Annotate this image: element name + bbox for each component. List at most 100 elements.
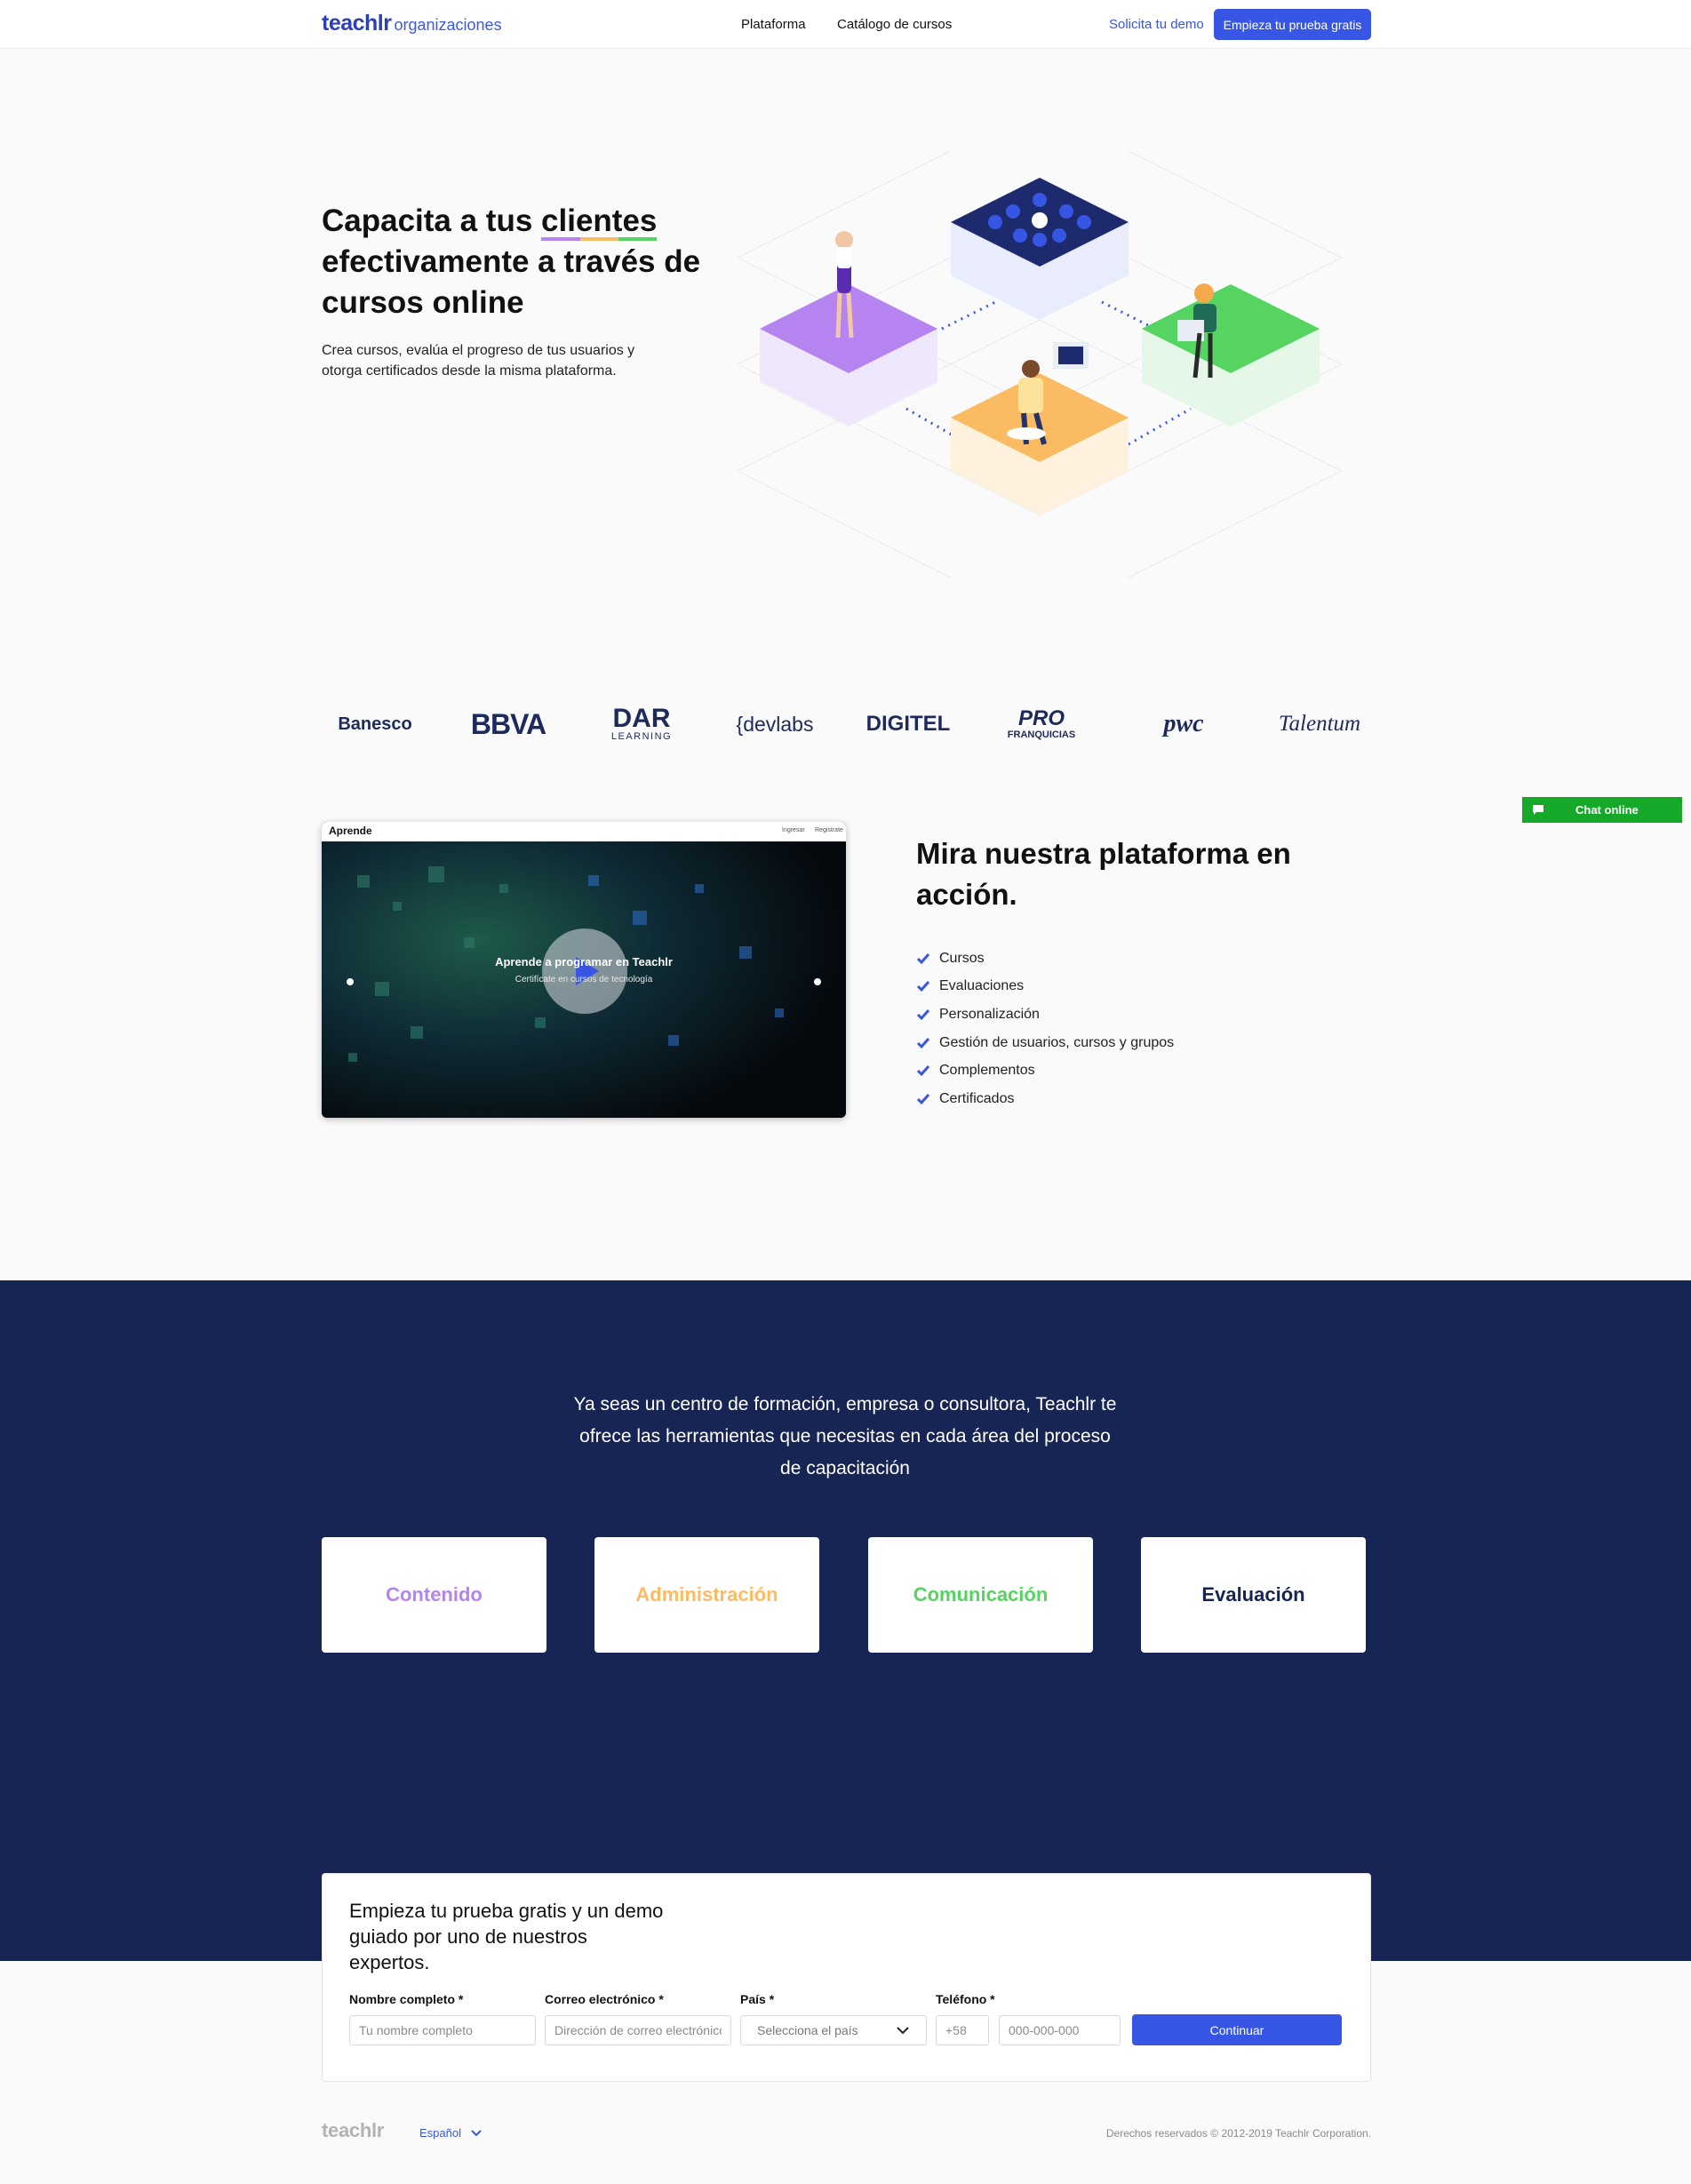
country-select-value: Selecciona el país	[757, 2023, 858, 2037]
brand-logo[interactable]: teachlr organizaciones	[322, 11, 502, 36]
green-tile	[1142, 283, 1320, 426]
platform-video[interactable]: Aprende Ingresar Registrate Aprende a pr…	[322, 822, 846, 1118]
area-card-comunicacion[interactable]: Comunicación	[868, 1537, 1093, 1653]
purple-tile	[760, 231, 937, 426]
check-icon	[916, 981, 930, 992]
phone-label: Teléfono *	[936, 1992, 995, 2006]
area-card-label: Administración	[635, 1583, 778, 1606]
logo-dar-sub: LEARNING	[610, 731, 673, 742]
logo-devlabs-text: {devlabs	[736, 712, 814, 736]
signup-form: Empieza tu prueba gratis y un demo guiad…	[322, 1873, 1371, 2082]
video-subline: Certifícate en cursos de tecnología	[514, 975, 653, 984]
form-title: Empieza tu prueba gratis y un demo guiad…	[349, 1900, 664, 1973]
video-site-bar: Aprende Ingresar Registrate	[322, 822, 846, 841]
nav-catalogo[interactable]: Catálogo de cursos	[837, 17, 952, 32]
area-card-label: Contenido	[386, 1583, 483, 1606]
areas-section	[0, 1280, 1691, 1961]
full-name-input[interactable]	[349, 2015, 536, 2045]
area-card-evaluacion[interactable]: Evaluación	[1141, 1537, 1366, 1653]
feature-item: Evaluaciones	[916, 973, 1174, 1001]
feature-label: Personalización	[939, 1006, 1040, 1022]
area-card-label: Comunicación	[913, 1583, 1049, 1606]
highlight-underline	[541, 237, 658, 241]
client-logos: Banesco BBVA DAR LEARNING {devlabs DIGIT…	[322, 697, 1371, 751]
brand-subtitle: organizaciones	[394, 16, 502, 34]
feature-label: Complementos	[939, 1063, 1035, 1079]
check-icon	[916, 1037, 930, 1048]
chevron-down-icon	[471, 2130, 482, 2137]
email-input[interactable]	[545, 2015, 731, 2045]
hero-title-start: Capacita a tus	[322, 203, 542, 238]
feature-item: Gestión de usuarios, cursos y grupos	[916, 1029, 1174, 1057]
logo-banesco-text: Banesco	[338, 713, 412, 734]
continue-button[interactable]: Continuar	[1132, 2014, 1342, 2045]
logo-talentum-text: Talentum	[1278, 712, 1361, 736]
hero-illustration	[738, 151, 1342, 578]
logo-dar-text: DAR	[612, 704, 671, 733]
feature-item: Complementos	[916, 1056, 1174, 1085]
logo-pwc: pwc	[1139, 697, 1228, 751]
area-card-contenido[interactable]: Contenido	[322, 1537, 546, 1653]
hero-title-end: efectivamente a través de cursos online	[322, 244, 701, 320]
area-card-label: Evaluación	[1201, 1583, 1305, 1606]
area-card-administracion[interactable]: Administración	[594, 1537, 819, 1653]
feature-label: Certificados	[939, 1090, 1015, 1106]
hero-highlight-word: clientes	[541, 203, 658, 238]
play-icon	[576, 957, 599, 985]
orange-tile	[951, 342, 1129, 515]
video-site-logo: Aprende	[329, 825, 372, 837]
navy-tile	[951, 178, 1129, 320]
chat-label: Chat online	[1575, 803, 1639, 817]
logo-pro-text: PRO	[1017, 706, 1065, 730]
start-trial-button[interactable]: Empieza tu prueba gratis	[1214, 9, 1371, 40]
footer-logo[interactable]: teachlr	[322, 2119, 384, 2142]
request-demo-link[interactable]: Solicita tu demo	[1109, 17, 1204, 32]
play-button[interactable]	[542, 929, 627, 1014]
brand-name: teachlr	[322, 11, 392, 36]
footer-copyright: Derechos reservados © 2012-2019 Teachlr …	[1105, 2127, 1371, 2140]
video-link-login: Ingresar	[782, 827, 805, 833]
name-label: Nombre completo *	[349, 1992, 464, 2006]
logo-franquicias-text: FRANQUICIAS	[1007, 729, 1076, 740]
logo-bbva-text: BBVA	[470, 707, 546, 740]
logo-pwc-text: pwc	[1163, 710, 1204, 737]
video-headline: Aprende a programar en Teachlr	[495, 955, 673, 968]
email-label: Correo electrónico *	[545, 1992, 664, 2006]
feature-item: Certificados	[916, 1085, 1174, 1113]
language-selector[interactable]: Español	[419, 2126, 483, 2140]
country-label: País *	[740, 1992, 775, 2006]
logo-digitel: DIGITEL	[859, 697, 957, 751]
feature-label: Gestión de usuarios, cursos y grupos	[939, 1034, 1175, 1050]
nav-plataforma[interactable]: Plataforma	[741, 17, 806, 32]
logo-digitel-text: DIGITEL	[865, 712, 951, 736]
country-select[interactable]: Selecciona el país	[740, 2015, 927, 2045]
feature-list: Cursos Evaluaciones Personalización Gest…	[916, 945, 1174, 1113]
logo-pro-franquicias: PRO FRANQUICIAS	[993, 697, 1090, 751]
check-icon	[916, 1093, 930, 1104]
chat-online-button[interactable]: Chat online	[1522, 797, 1682, 823]
logo-devlabs: {devlabs	[726, 697, 824, 751]
chevron-down-icon	[897, 2027, 909, 2035]
logo-talentum: Talentum	[1268, 697, 1371, 751]
check-icon	[916, 953, 930, 964]
language-label: Español	[419, 2126, 461, 2140]
feature-item: Cursos	[916, 945, 1174, 973]
video-link-register: Registrate	[815, 827, 843, 833]
chat-bubble-icon	[1531, 804, 1545, 817]
logo-bbva: BBVA	[464, 697, 553, 751]
hero-subtitle: Crea cursos, evalúa el progreso de tus u…	[322, 343, 635, 379]
check-icon	[916, 1008, 930, 1021]
hero-title: Capacita a tus clientes efectivamente a …	[322, 201, 722, 323]
check-icon	[916, 1065, 930, 1077]
phone-input[interactable]	[999, 2015, 1121, 2045]
site-header: teachlr organizaciones Plataforma Catálo…	[0, 0, 1691, 49]
hero-title-highlight: clientes	[541, 201, 658, 242]
feature-label: Evaluaciones	[939, 978, 1025, 994]
logo-banesco: Banesco	[322, 697, 428, 751]
feature-label: Cursos	[939, 950, 985, 966]
platform-title: Mira nuestra plataforma en acción.	[916, 837, 1291, 911]
phone-code-input[interactable]	[936, 2015, 989, 2045]
areas-intro: Ya seas un centro de formación, empresa …	[573, 1394, 1117, 1479]
feature-item: Personalización	[916, 1000, 1174, 1029]
logo-dar: DAR LEARNING	[597, 697, 686, 751]
